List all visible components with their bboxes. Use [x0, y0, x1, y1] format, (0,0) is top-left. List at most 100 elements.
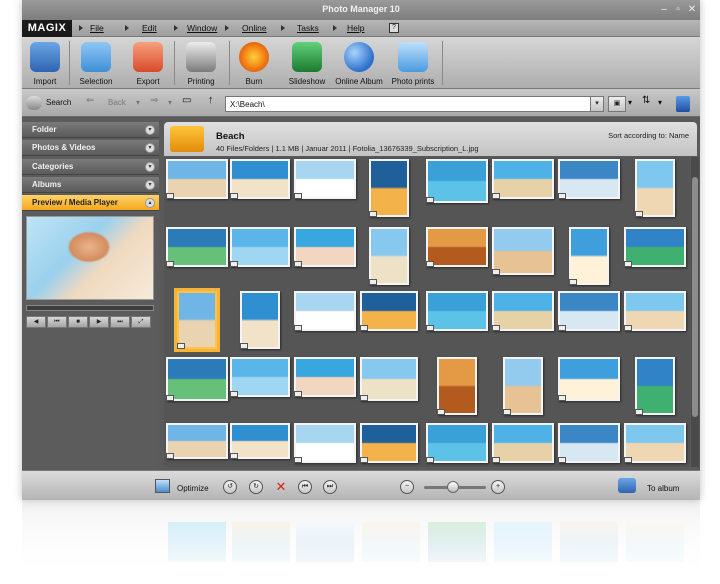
photo-thumbnail[interactable]: [558, 357, 620, 401]
fullscreen-icon[interactable]: ⤢: [131, 316, 151, 328]
photo-thumbnail[interactable]: [360, 423, 418, 463]
photo-thumbnail[interactable]: [624, 423, 686, 463]
dropdown-arrow-icon[interactable]: ▾: [168, 98, 172, 107]
up-folder-icon[interactable]: ↑: [208, 94, 214, 106]
collapse-icon[interactable]: ▴: [145, 198, 155, 208]
scrollbar-thumb[interactable]: [692, 177, 698, 417]
to-album-icon[interactable]: [618, 478, 636, 493]
play-icon[interactable]: ▶: [89, 316, 109, 328]
search-label[interactable]: Search: [46, 98, 71, 107]
next-icon[interactable]: ⏭: [323, 480, 337, 494]
menu-online[interactable]: Online: [242, 20, 267, 37]
menu-file[interactable]: File: [90, 20, 104, 37]
menu-tasks[interactable]: Tasks: [297, 20, 319, 37]
stop-icon[interactable]: ■: [68, 316, 88, 328]
binoculars-icon[interactable]: [26, 96, 42, 110]
sort-label[interactable]: Sort according to: Name: [608, 131, 689, 140]
view-mode-icon[interactable]: ▣: [608, 96, 626, 112]
rotate-left-icon[interactable]: ↺: [223, 480, 237, 494]
photo-thumbnail[interactable]: [492, 423, 554, 463]
expand-icon[interactable]: ▾: [145, 125, 155, 135]
photo-thumbnail[interactable]: [635, 357, 675, 415]
skip-forward-icon[interactable]: ⏭: [110, 316, 130, 328]
photo-thumbnail[interactable]: [624, 227, 686, 267]
photo-thumbnail[interactable]: [360, 291, 418, 331]
computer-icon[interactable]: ▭: [182, 95, 191, 106]
online-album-button[interactable]: Online Album: [332, 37, 386, 89]
section-albums[interactable]: Albums ▾: [22, 177, 159, 193]
zoom-slider-thumb[interactable]: [447, 481, 459, 493]
import-button[interactable]: Import: [24, 37, 66, 89]
section-categories[interactable]: Categories ▾: [22, 159, 159, 175]
section-folder[interactable]: Folder ▾: [22, 122, 159, 138]
rotate-right-icon[interactable]: ↻: [249, 480, 263, 494]
photo-thumbnail[interactable]: [426, 423, 488, 463]
dropdown-arrow-icon[interactable]: ▾: [658, 98, 662, 107]
photo-thumbnail[interactable]: [426, 291, 488, 331]
photo-thumbnail[interactable]: [624, 291, 686, 331]
dropdown-arrow-icon[interactable]: ▾: [628, 98, 632, 107]
volume-icon[interactable]: ◀: [26, 316, 46, 328]
photo-thumbnail[interactable]: [177, 291, 217, 349]
photo-thumbnail[interactable]: [492, 291, 554, 331]
photo-thumbnail[interactable]: [230, 357, 290, 397]
photo-thumbnail[interactable]: [166, 423, 228, 459]
photo-thumbnail[interactable]: [492, 159, 554, 199]
photo-thumbnail[interactable]: [635, 159, 675, 217]
photo-thumbnail[interactable]: [558, 423, 620, 463]
photo-thumbnail[interactable]: [294, 291, 356, 331]
photo-thumbnail[interactable]: [166, 159, 228, 199]
maximize-button[interactable]: ▫: [672, 4, 684, 15]
photo-thumbnail[interactable]: [294, 357, 356, 397]
to-album-label[interactable]: To album: [647, 484, 679, 493]
slideshow-button[interactable]: Slideshow: [284, 37, 330, 89]
zoom-out-icon[interactable]: −: [400, 480, 414, 494]
minimize-button[interactable]: –: [658, 4, 670, 15]
photo-thumbnail[interactable]: [569, 227, 609, 285]
menu-help[interactable]: Help: [347, 20, 364, 37]
photo-thumbnail[interactable]: [294, 423, 356, 463]
photo-thumbnail[interactable]: [240, 291, 280, 349]
close-button[interactable]: ✕: [686, 4, 698, 15]
selection-button[interactable]: Selection: [72, 37, 120, 89]
delete-icon[interactable]: ✕: [274, 480, 288, 494]
photo-thumbnail[interactable]: [558, 291, 620, 331]
forward-arrow-icon[interactable]: ⇒: [150, 95, 158, 106]
back-label[interactable]: Back: [108, 98, 126, 107]
help-icon[interactable]: ?: [389, 23, 399, 33]
photo-thumbnail[interactable]: [230, 423, 290, 459]
photo-thumbnail[interactable]: [558, 159, 620, 199]
expand-icon[interactable]: ▾: [145, 162, 155, 172]
dropdown-arrow-icon[interactable]: ▾: [136, 98, 140, 107]
photo-thumbnail[interactable]: [492, 227, 554, 275]
photo-thumbnail[interactable]: [230, 159, 290, 199]
expand-icon[interactable]: ▾: [145, 143, 155, 153]
export-button[interactable]: Export: [126, 37, 170, 89]
photo-thumbnail[interactable]: [360, 357, 418, 401]
photo-thumbnail[interactable]: [166, 227, 228, 267]
path-input[interactable]: [225, 96, 602, 112]
photo-thumbnail[interactable]: [294, 159, 356, 199]
back-arrow-icon[interactable]: ⇐: [86, 95, 94, 106]
photo-thumbnail[interactable]: [426, 159, 488, 203]
optimize-label[interactable]: Optimize: [177, 484, 209, 493]
book-icon[interactable]: [676, 96, 690, 112]
photo-thumbnail[interactable]: [369, 227, 409, 285]
previous-icon[interactable]: ⏮: [298, 480, 312, 494]
expand-icon[interactable]: ▾: [145, 180, 155, 190]
photo-thumbnail[interactable]: [369, 159, 409, 217]
skip-back-icon[interactable]: ⏮: [47, 316, 67, 328]
photo-thumbnail[interactable]: [503, 357, 543, 415]
section-preview-media-player[interactable]: Preview / Media Player ▴: [22, 195, 159, 211]
path-dropdown-button[interactable]: ▾: [590, 96, 604, 112]
photo-prints-button[interactable]: Photo prints: [388, 37, 438, 89]
menu-window[interactable]: Window: [187, 20, 217, 37]
photo-thumbnail[interactable]: [166, 357, 228, 401]
optimize-icon[interactable]: [155, 479, 170, 493]
zoom-in-icon[interactable]: +: [491, 480, 505, 494]
preview-seek-bar[interactable]: [26, 305, 154, 311]
menu-edit[interactable]: Edit: [142, 20, 157, 37]
burn-button[interactable]: Burn: [232, 37, 276, 89]
section-photos-videos[interactable]: Photos & Videos ▾: [22, 140, 159, 156]
sort-icon[interactable]: ⇅: [642, 95, 650, 106]
